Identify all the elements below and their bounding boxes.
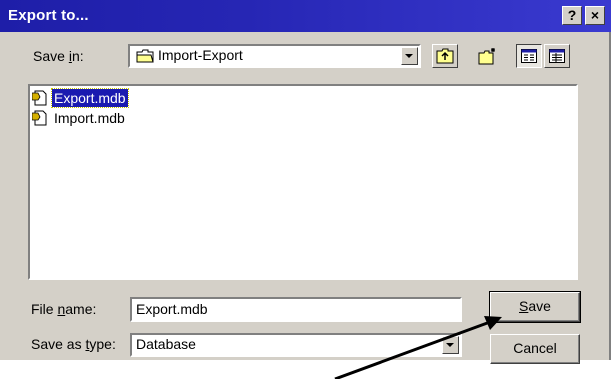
details-view-icon bbox=[549, 49, 565, 66]
save-button[interactable]: Save bbox=[489, 291, 581, 323]
help-button[interactable]: ? bbox=[562, 6, 582, 25]
access-database-icon bbox=[31, 110, 48, 126]
window-title: Export to... bbox=[8, 7, 89, 24]
file-name-label: Import.mdb bbox=[54, 110, 125, 126]
create-new-folder-button[interactable] bbox=[474, 44, 500, 68]
file-name-label: Export.mdb bbox=[51, 88, 129, 108]
save-in-label: Save in: bbox=[33, 48, 84, 64]
create-new-folder-icon bbox=[478, 47, 498, 68]
save-in-dropdown-arrow[interactable] bbox=[401, 47, 418, 65]
save-in-value: Import-Export bbox=[158, 47, 243, 63]
close-button[interactable]: × bbox=[585, 6, 605, 25]
details-view-button[interactable] bbox=[544, 44, 570, 68]
save-as-type-dropdown[interactable]: Database bbox=[130, 333, 462, 357]
cancel-button[interactable]: Cancel bbox=[490, 334, 580, 364]
list-view-button[interactable] bbox=[516, 44, 542, 68]
title-bar[interactable]: Export to... ? × bbox=[0, 0, 611, 32]
up-one-level-button[interactable] bbox=[432, 44, 458, 68]
file-name-label: File name: bbox=[31, 301, 97, 317]
up-one-level-icon bbox=[436, 48, 454, 67]
export-dialog: Export to... ? × Save in: Import-Export bbox=[0, 0, 611, 364]
save-as-type-dropdown-arrow[interactable] bbox=[442, 336, 459, 354]
save-as-type-label: Save as type: bbox=[31, 336, 116, 352]
file-name-field[interactable]: Export.mdb bbox=[130, 297, 462, 322]
access-database-icon bbox=[31, 90, 48, 106]
file-list[interactable]: Export.mdb Import.mdb bbox=[28, 84, 578, 280]
list-view-icon bbox=[521, 49, 537, 66]
save-as-type-value: Database bbox=[136, 336, 196, 352]
folder-icon bbox=[136, 49, 154, 63]
save-in-dropdown[interactable]: Import-Export bbox=[128, 44, 421, 68]
